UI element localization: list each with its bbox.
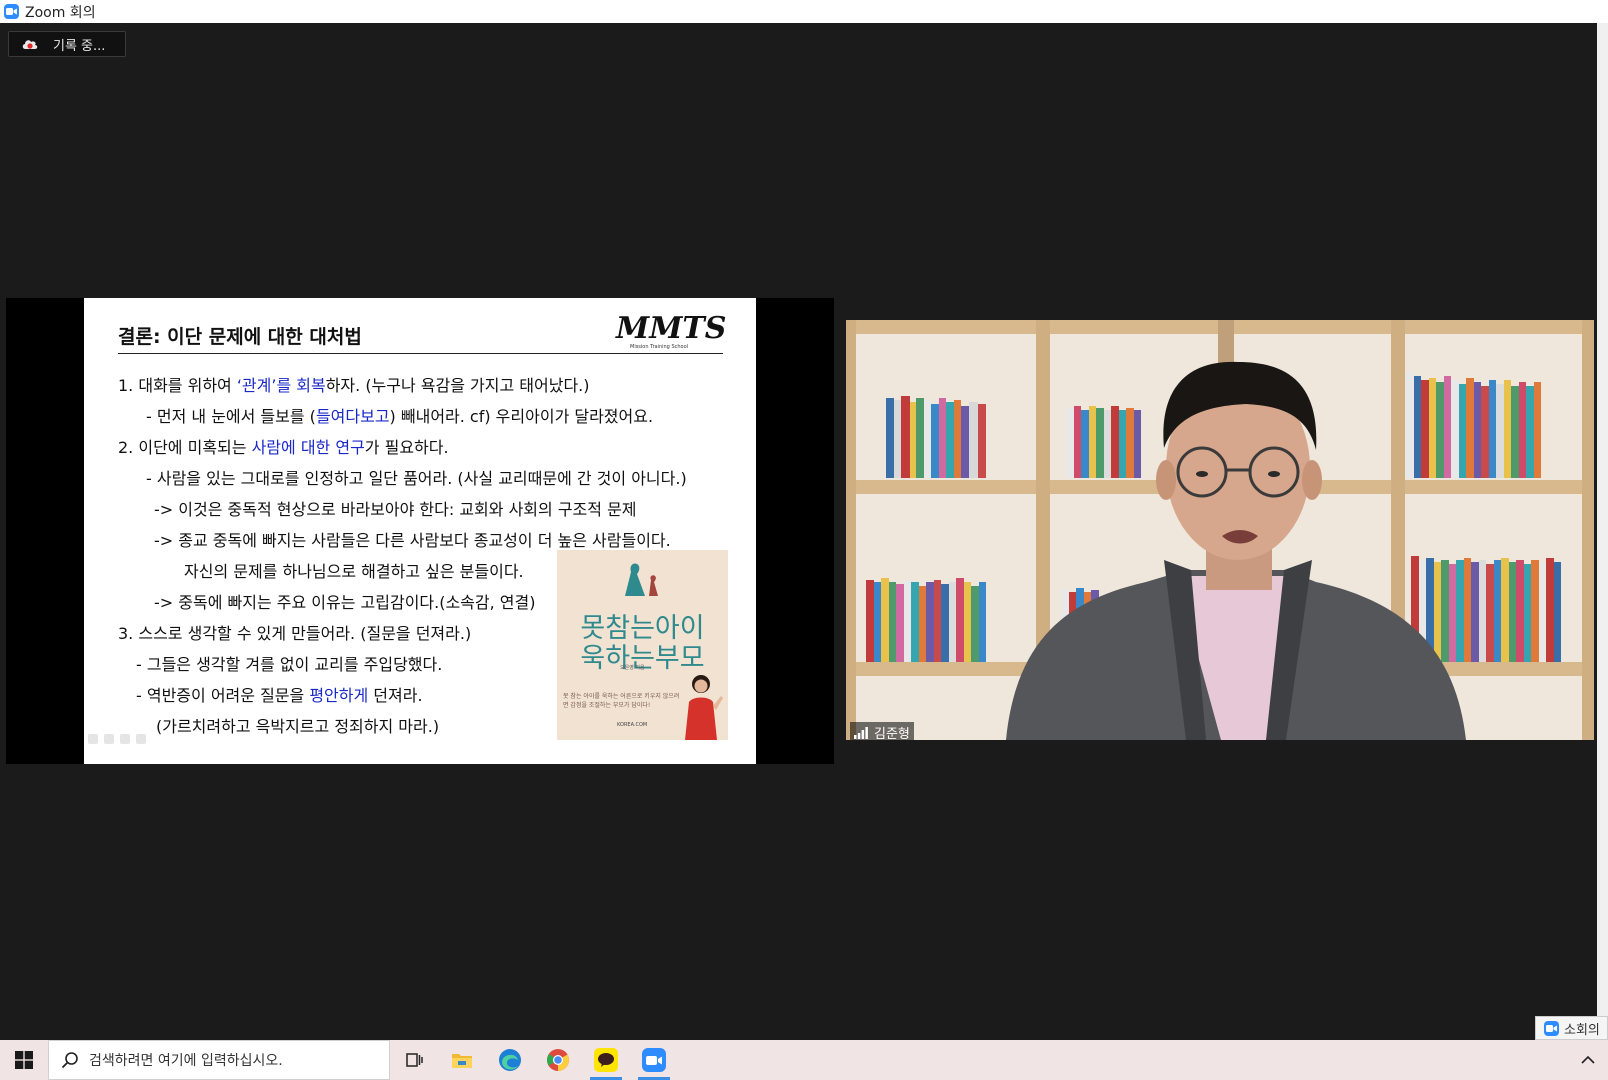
- search-placeholder: 검색하려면 여기에 입력하십시오.: [89, 1053, 283, 1069]
- slide-line-11: - 역반증이 어려운 질문을 평안하게 던져라.: [136, 686, 423, 705]
- taskbar-search-box[interactable]: 검색하려면 여기에 입력하십시오.: [48, 1040, 390, 1080]
- heading-rule: [118, 353, 723, 354]
- chrome-icon: [547, 1049, 569, 1071]
- slide-line-9: 3. 스스로 생각할 수 있게 만들어라. (질문을 던져라.): [118, 624, 472, 643]
- edge-browser-button[interactable]: [486, 1040, 534, 1080]
- signal-strength-icon: [854, 726, 868, 739]
- mmts-logo-text: MMTS: [615, 311, 726, 346]
- slide-line-5: -> 이것은 중독적 현상으로 바라보아야 한다: 교회와 사회의 구조적 문제: [154, 500, 637, 519]
- kakaotalk-button[interactable]: [582, 1040, 630, 1080]
- slide-prev-icon[interactable]: [88, 734, 98, 744]
- recording-label: 기록 중...: [53, 38, 106, 54]
- zoom-taskbar-button[interactable]: [630, 1040, 678, 1080]
- kakaotalk-icon: [594, 1048, 618, 1072]
- slide-line-2: - 먼저 내 눈에서 들보를 (들여다보고) 빼내어라. cf) 우리아이가 달…: [146, 407, 654, 426]
- breakout-room-button[interactable]: 소회의: [1535, 1016, 1608, 1040]
- slide-menu-icon[interactable]: [120, 734, 130, 744]
- file-explorer-button[interactable]: [438, 1040, 486, 1080]
- participant-video[interactable]: 김준형: [846, 320, 1594, 740]
- book-cover-image: 못참는아이 욱하는부모 오은영 지음 못 참는 아이를 욱하는 어른으로 키우지…: [557, 550, 728, 740]
- book-publisher: KOREA.COM: [617, 722, 648, 728]
- task-view-button[interactable]: [390, 1040, 438, 1080]
- edge-icon: [499, 1049, 521, 1071]
- window-scrollbar[interactable]: [1597, 23, 1608, 1040]
- zoom-taskbar-icon: [642, 1048, 666, 1072]
- mmts-logo-subtitle: Mission Training School: [630, 344, 688, 350]
- book-illustration-icon: [625, 563, 658, 596]
- participant-name: 김준형: [874, 727, 910, 740]
- tray-chevron-up-icon[interactable]: [1576, 1040, 1600, 1080]
- slide-line-8: -> 중독에 빠지는 주요 이유는 고립감이다.(소속감, 연결): [154, 593, 536, 612]
- presentation-slide: 결론: 이단 문제에 대한 대처법 MMTS Mission Training …: [84, 298, 756, 764]
- book-blurb: 못 참는 아이를 욱하는 어른으로 키우지 않으려면 감정을 조절하는 부모가 …: [563, 693, 680, 709]
- chrome-browser-button[interactable]: [534, 1040, 582, 1080]
- slide-controls[interactable]: [88, 734, 146, 744]
- slide-heading: 결론: 이단 문제에 대한 대처법: [118, 326, 362, 348]
- search-icon: [61, 1052, 78, 1069]
- book-author: 오은영 지음: [620, 665, 645, 671]
- slide-next-icon[interactable]: [136, 734, 146, 744]
- folder-icon: [452, 1054, 472, 1068]
- slide-line-1: 1. 대화를 위하여 ‘관계’를 회복하자. (누구나 욕감을 가지고 태어났다…: [118, 376, 590, 395]
- zoom-app-icon: [4, 4, 19, 19]
- slide-line-7: 자신의 문제를 하나님으로 해결하고 싶은 분들이다.: [184, 562, 524, 581]
- slide-line-10: - 그들은 생각할 겨를 없이 교리를 주입당했다.: [136, 655, 443, 674]
- windows-logo-icon: [15, 1051, 33, 1069]
- cloud-record-icon: [22, 40, 38, 49]
- window-title: Zoom 회의: [25, 4, 96, 21]
- slide-line-3: 2. 이단에 미혹되는 사람에 대한 연구가 필요하다.: [118, 438, 449, 457]
- recording-indicator[interactable]: 기록 중...: [8, 31, 126, 57]
- slide-line-4: - 사람을 있는 그대로를 인정하고 일단 품어라. (사실 교리때문에 간 것…: [146, 469, 687, 488]
- video-scene: [846, 320, 1594, 740]
- breakout-label: 소회의: [1564, 1022, 1600, 1038]
- slide-line-6: -> 종교 중독에 빠지는 사람들은 다른 사람보다 종교성이 더 높은 사람들…: [154, 531, 671, 550]
- shared-screen[interactable]: 결론: 이단 문제에 대한 대처법 MMTS Mission Training …: [6, 298, 834, 764]
- participant-name-tag: 김준형: [850, 722, 914, 740]
- mmts-logo: MMTS Mission Training School: [615, 311, 726, 350]
- start-button[interactable]: [0, 1040, 48, 1080]
- slide-pen-icon[interactable]: [104, 734, 114, 744]
- zoom-small-icon: [1544, 1020, 1559, 1036]
- task-view-icon: [406, 1053, 423, 1067]
- window-titlebar: Zoom 회의: [0, 0, 1608, 23]
- slide-line-12: (가르치려하고 윽박지르고 정죄하지 마라.): [156, 717, 440, 736]
- windows-taskbar: 검색하려면 여기에 입력하십시오.: [0, 1040, 1608, 1080]
- author-photo-icon: [685, 675, 723, 740]
